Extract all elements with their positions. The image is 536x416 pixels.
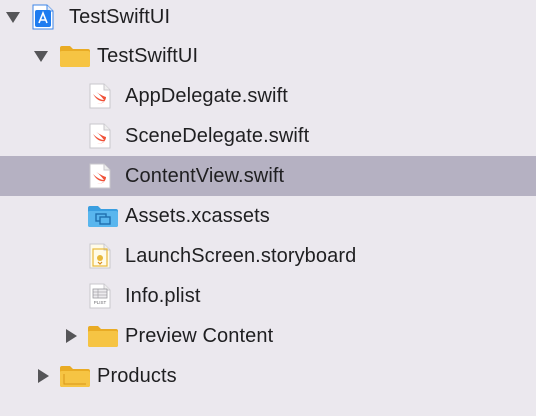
swift-file-icon (89, 76, 111, 116)
tree-item-label: TestSwiftUI (69, 6, 171, 28)
swift-file-icon (89, 156, 111, 196)
tree-item-label: Info.plist (125, 285, 201, 307)
tree-row-group-testswiftui[interactable]: TestSwiftUI (0, 36, 536, 76)
tree-item-label: ContentView.swift (125, 165, 285, 187)
tree-item-label: TestSwiftUI (97, 45, 199, 67)
disclosure-expanded-icon[interactable] (6, 10, 20, 24)
disclosure-expanded-icon[interactable] (34, 49, 48, 63)
tree-item-label: Products (97, 365, 177, 387)
tree-row-group-products[interactable]: Products (0, 356, 536, 396)
tree-row-file[interactable]: Assets.xcassets (0, 196, 536, 236)
tree-item-label: LaunchScreen.storyboard (125, 245, 357, 267)
folder-icon (59, 36, 91, 76)
storyboard-file-icon (89, 236, 111, 276)
disclosure-collapsed-icon[interactable] (36, 369, 50, 383)
tree-row-project[interactable]: TestSwiftUI (0, 0, 536, 37)
plist-badge: PLIST (94, 300, 107, 305)
xcode-project-icon (32, 0, 54, 37)
tree-row-file[interactable]: AppDelegate.swift (0, 76, 536, 116)
folder-icon (59, 356, 91, 396)
tree-row-file[interactable]: LaunchScreen.storyboard (0, 236, 536, 276)
project-navigator: TestSwiftUI TestSwiftUI AppDelegate.swif… (0, 0, 536, 416)
asset-catalog-folder-icon (87, 196, 119, 236)
folder-icon (87, 316, 119, 356)
disclosure-collapsed-icon[interactable] (64, 329, 78, 343)
tree-item-label: Preview Content (125, 325, 274, 347)
tree-row-group-preview-content[interactable]: Preview Content (0, 316, 536, 356)
swift-file-icon (89, 116, 111, 156)
tree-row-file[interactable]: SceneDelegate.swift (0, 116, 536, 156)
tree-item-label: SceneDelegate.swift (125, 125, 310, 147)
tree-row-file[interactable]: PLIST Info.plist (0, 276, 536, 316)
tree-item-label: AppDelegate.swift (125, 85, 288, 107)
tree-row-file-selected[interactable]: ContentView.swift (0, 156, 536, 196)
tree-item-label: Assets.xcassets (125, 205, 270, 227)
plist-file-icon: PLIST (89, 276, 111, 316)
